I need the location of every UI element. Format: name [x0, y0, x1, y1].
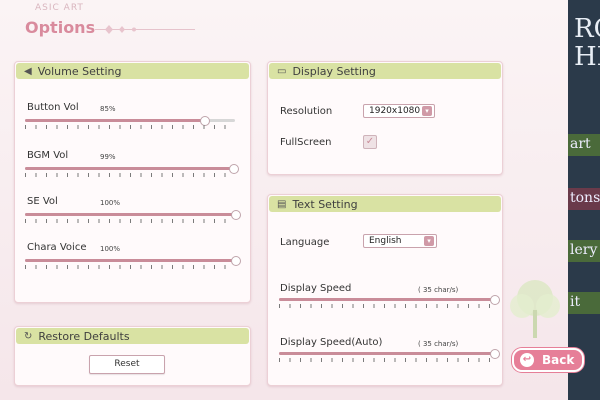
display-speed-value: ( 35 char/s)	[418, 286, 459, 294]
language-select[interactable]: English ▾	[363, 234, 437, 248]
volume-slider-fill	[25, 259, 235, 262]
reset-button[interactable]: Reset	[89, 355, 165, 374]
options-screen: RO HI art tons lery it ASIC ART Options …	[0, 0, 600, 400]
return-arrow-icon: ↩	[520, 353, 534, 367]
back-button[interactable]: ↩ Back	[512, 348, 584, 372]
volume-panel-header: ◀ Volume Setting	[16, 63, 249, 79]
volume-slider-fill	[25, 119, 204, 122]
display-speed-ticks	[279, 304, 494, 308]
bg-menu-item-gallery: lery	[568, 240, 600, 262]
volume-percent: 99%	[100, 153, 116, 161]
text-heading: Text Setting	[292, 197, 358, 211]
volume-label: Button Vol	[27, 102, 79, 113]
restore-heading: Restore Defaults	[38, 329, 130, 343]
auto-speed-fill	[279, 352, 494, 355]
volume-slider-ticks	[25, 173, 235, 177]
chevron-down-icon: ▾	[424, 236, 434, 246]
volume-slider-ticks	[25, 265, 235, 269]
volume-label: BGM Vol	[27, 150, 69, 161]
volume-heading: Volume Setting	[37, 64, 122, 78]
language-label: Language	[280, 237, 330, 248]
resolution-label: Resolution	[280, 106, 333, 117]
display-panel: ▭ Display Setting	[267, 61, 503, 175]
volume-percent: 100%	[100, 245, 121, 253]
bg-menu-item-options: tons	[568, 188, 600, 210]
display-panel-header: ▭ Display Setting	[269, 63, 501, 79]
fullscreen-checkbox[interactable]: ✓	[363, 135, 377, 149]
resolution-value: 1920x1080	[369, 106, 421, 116]
volume-percent: 85%	[100, 105, 116, 113]
volume-slider-fill	[25, 167, 233, 170]
display-speed-fill	[279, 298, 494, 301]
diamond-ornament-icon	[105, 25, 136, 34]
page-title: Options	[25, 18, 96, 37]
back-label: Back	[542, 353, 575, 367]
volume-slider-track[interactable]	[25, 213, 235, 216]
display-heading: Display Setting	[292, 64, 376, 78]
volume-percent: 100%	[100, 199, 121, 207]
volume-slider-fill	[25, 213, 235, 216]
checkmark-icon: ✓	[365, 136, 375, 147]
speaker-icon: ◀	[24, 65, 32, 77]
volume-slider-ticks	[25, 219, 235, 223]
volume-slider-track[interactable]	[25, 167, 235, 170]
game-logo: ASIC ART	[35, 3, 84, 13]
bg-menu-item-start: art	[568, 134, 600, 156]
fullscreen-label: FullScreen	[280, 137, 332, 148]
tree-decoration-icon	[510, 280, 560, 338]
volume-slider-track[interactable]	[25, 259, 235, 262]
auto-speed-label: Display Speed(Auto)	[280, 337, 383, 348]
display-speed-label: Display Speed	[280, 283, 352, 294]
volume-label: Chara Voice	[27, 242, 87, 253]
monitor-icon: ▭	[277, 65, 287, 77]
display-speed-track[interactable]	[279, 298, 494, 301]
volume-slider-ticks	[25, 125, 235, 129]
auto-speed-value: ( 35 char/s)	[418, 340, 459, 348]
auto-speed-track[interactable]	[279, 352, 494, 355]
strip-text-1: RO	[574, 14, 600, 44]
refresh-icon: ↻	[24, 330, 33, 342]
strip-text-2: HI	[574, 42, 600, 72]
text-panel-header: ▤ Text Setting	[269, 196, 501, 212]
bg-menu-item-exit: it	[568, 292, 600, 314]
document-icon: ▤	[277, 198, 287, 210]
volume-label: SE Vol	[27, 196, 58, 207]
auto-speed-ticks	[279, 358, 494, 362]
language-value: English	[369, 236, 402, 246]
restore-panel-header: ↻ Restore Defaults	[16, 328, 249, 344]
chevron-down-icon: ▾	[422, 106, 432, 116]
resolution-select[interactable]: 1920x1080 ▾	[363, 104, 435, 118]
